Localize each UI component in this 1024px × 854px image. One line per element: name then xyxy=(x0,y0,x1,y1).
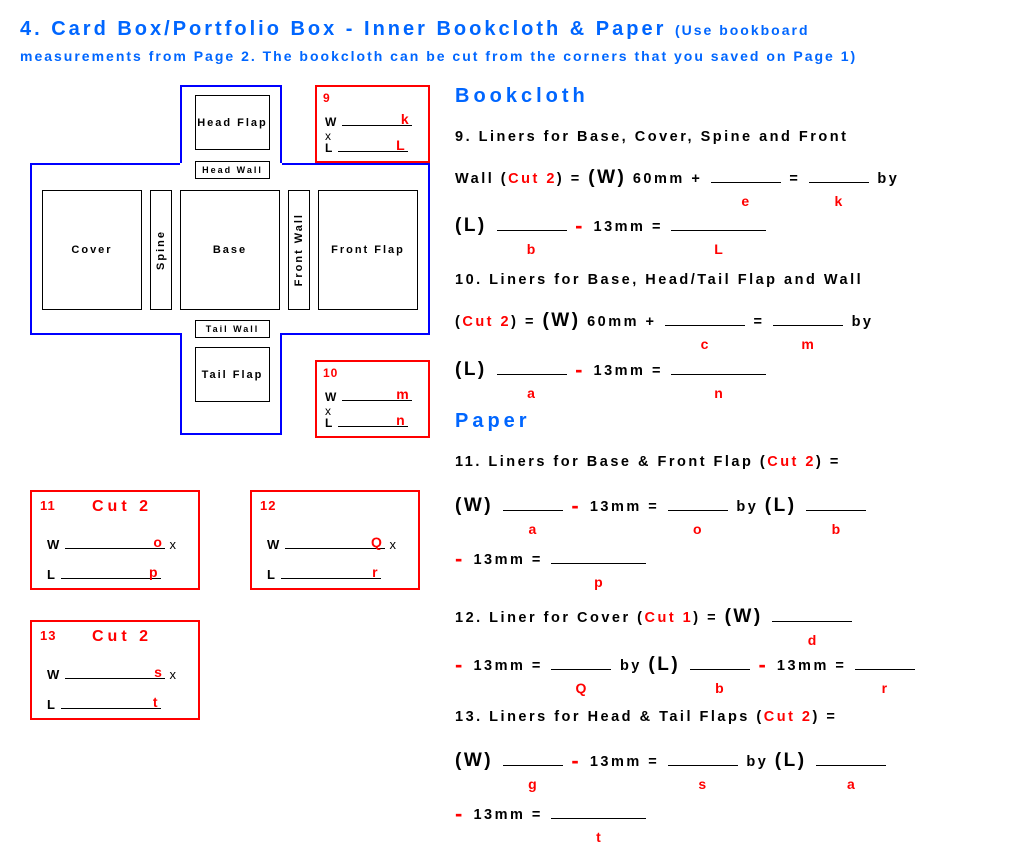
bookcloth-heading: Bookcloth xyxy=(455,85,1014,108)
blank-13-a[interactable]: a xyxy=(816,752,886,766)
cutbox-12: 12 W Q x L r xyxy=(250,490,420,590)
head-wall: Head Wall xyxy=(195,161,270,179)
blank-11-o[interactable]: o xyxy=(668,497,728,511)
redbox-9: 9 W k x L L xyxy=(315,85,430,163)
eq-12: 12. Liner for Cover (Cut 1) = (W) d - 13… xyxy=(455,594,1014,692)
front-flap: Front Flap xyxy=(318,190,418,310)
cutbox-13: 13 Cut 2 W s x L t xyxy=(30,620,200,720)
eq-13: 13. Liners for Head & Tail Flaps (Cut 2)… xyxy=(455,700,1014,840)
equations-column: Bookcloth 9. Liners for Base, Cover, Spi… xyxy=(455,85,1014,841)
blank-9-L2[interactable]: L xyxy=(671,217,766,231)
blank-9-w[interactable]: k xyxy=(342,125,412,126)
blank-9-b[interactable]: b xyxy=(497,217,567,231)
head-flap: Head Flap xyxy=(195,95,270,150)
eq-11: 11. Liners for Base & Front Flap (Cut 2)… xyxy=(455,445,1014,585)
blank-10-n[interactable]: n xyxy=(671,361,766,375)
tail-flap: Tail Flap xyxy=(195,347,270,402)
tail-wall: Tail Wall xyxy=(195,320,270,338)
blank-13-s[interactable]: s xyxy=(668,752,738,766)
blank-9-l[interactable]: L xyxy=(338,151,408,152)
eq-9: 9. Liners for Base, Cover, Spine and Fro… xyxy=(455,120,1014,253)
blank-10-a[interactable]: a xyxy=(497,361,567,375)
box-diagram: Head Flap Head Wall Cover Spine Base Fro… xyxy=(30,85,440,445)
blank-12-d[interactable]: d xyxy=(772,608,852,622)
blank-10-l[interactable]: n xyxy=(338,426,408,427)
blank-13-t[interactable]: t xyxy=(551,805,646,819)
title-main: 4. Card Box/Portfolio Box - Inner Bookcl… xyxy=(20,18,666,40)
blank-13-g[interactable]: g xyxy=(503,752,563,766)
blank-13-l[interactable]: t xyxy=(61,708,161,709)
title-paren1: (Use bookboard xyxy=(675,22,810,38)
blank-11-w[interactable]: o xyxy=(65,548,165,549)
cutbox-11: 11 Cut 2 W o x L p xyxy=(30,490,200,590)
blank-13-w[interactable]: s xyxy=(65,678,165,679)
paper-heading: Paper xyxy=(455,410,1014,433)
blank-12-Q[interactable]: Q xyxy=(551,656,611,670)
blank-10-c[interactable]: c xyxy=(665,312,745,326)
blank-12-w[interactable]: Q xyxy=(285,548,385,549)
blank-12-r[interactable]: r xyxy=(855,656,915,670)
front-wall: Front Wall xyxy=(288,190,310,310)
blank-10-w[interactable]: m xyxy=(342,400,412,401)
blank-10-m[interactable]: m xyxy=(773,312,843,326)
cover: Cover xyxy=(42,190,142,310)
spine: Spine xyxy=(150,190,172,310)
blank-9-k[interactable]: k xyxy=(809,169,869,183)
blank-9-e[interactable]: e xyxy=(711,169,781,183)
base: Base xyxy=(180,190,280,310)
blank-11-a[interactable]: a xyxy=(503,497,563,511)
blank-12-l[interactable]: r xyxy=(281,578,381,579)
blank-11-l[interactable]: p xyxy=(61,578,161,579)
blank-11-b[interactable]: b xyxy=(806,497,866,511)
blank-12-b[interactable]: b xyxy=(690,656,750,670)
redbox-10: 10 W m x L n xyxy=(315,360,430,438)
page-title: 4. Card Box/Portfolio Box - Inner Bookcl… xyxy=(20,18,1004,41)
title-paren2: measurements from Page 2. The bookcloth … xyxy=(20,48,857,64)
blank-11-p[interactable]: p xyxy=(551,550,646,564)
eq-10: 10. Liners for Base, Head/Tail Flap and … xyxy=(455,263,1014,396)
